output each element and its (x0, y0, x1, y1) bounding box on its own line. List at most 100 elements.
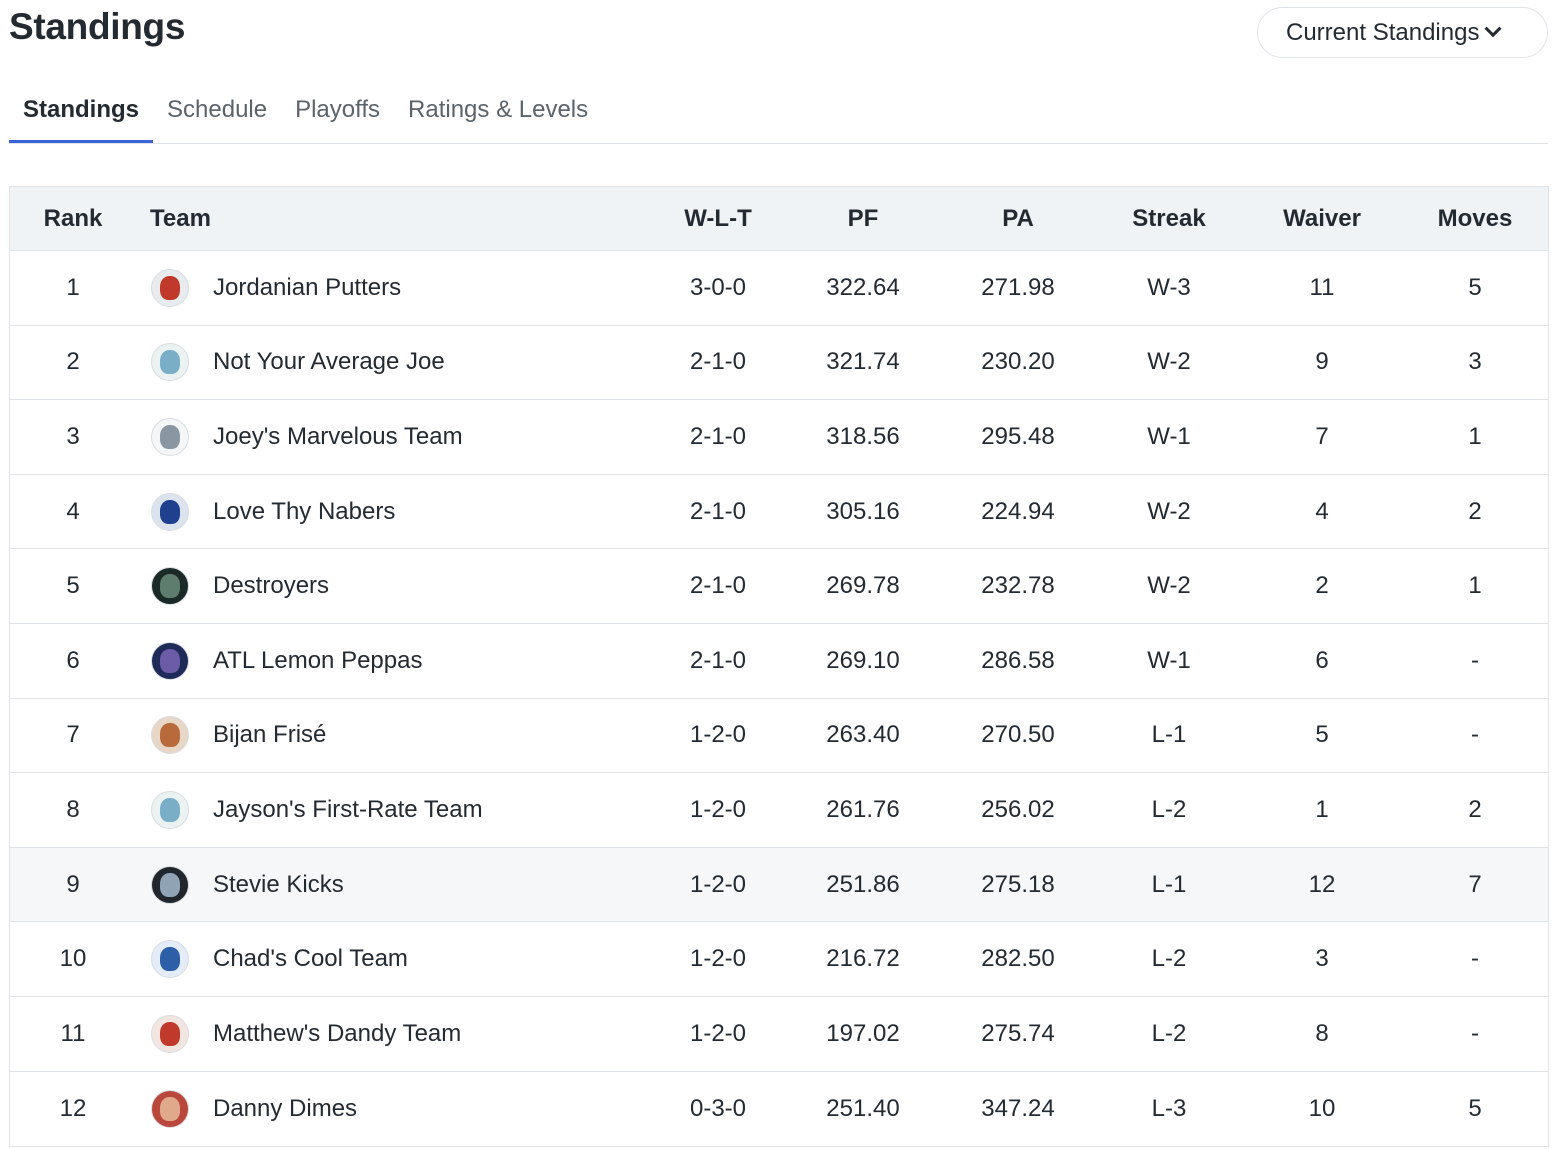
table-row[interactable]: 4 Love Thy Nabers 2-1-0 305.16 224.94 W-… (10, 474, 1548, 550)
team-name-link[interactable]: Bijan Frisé (213, 721, 326, 749)
wlt-cell: 1-2-0 (689, 721, 747, 749)
team-avatar-icon[interactable] (151, 790, 189, 829)
col-header-streak[interactable]: Streak (1098, 205, 1240, 233)
team-avatar-icon[interactable] (151, 268, 189, 307)
streak-cell: L-3 (1151, 1094, 1187, 1122)
rank-cell: 6 (66, 646, 80, 674)
table-row[interactable]: 10 Chad's Cool Team 1-2-0 216.72 282.50 … (10, 922, 1548, 997)
moves-cell: - (1471, 945, 1479, 973)
col-header-waiver[interactable]: Waiver (1240, 205, 1404, 233)
pf-cell: 216.72 (826, 945, 900, 973)
tab-standings[interactable]: Standings (9, 86, 154, 143)
team-cell: Destroyers (136, 567, 648, 606)
wlt-cell: 2-1-0 (689, 348, 747, 376)
pf-cell: 321.74 (826, 348, 900, 376)
table-row[interactable]: 2 Not Your Average Joe 2-1-0 321.74 230.… (10, 325, 1548, 401)
team-avatar-icon[interactable] (151, 716, 189, 755)
team-name-link[interactable]: Destroyers (213, 572, 329, 600)
pf-cell: 197.02 (826, 1019, 900, 1047)
team-avatar-icon[interactable] (151, 1089, 189, 1128)
table-header: Rank Team W-L-T PF PA Streak Waiver Move… (10, 187, 1548, 251)
team-name-link[interactable]: Jayson's First-Rate Team (213, 796, 483, 824)
table-row[interactable]: 8 Jayson's First-Rate Team 1-2-0 261.76 … (10, 773, 1548, 848)
pf-cell: 269.10 (826, 646, 900, 674)
tab-playoffs[interactable]: Playoffs (281, 86, 394, 143)
streak-cell: L-1 (1151, 870, 1187, 898)
waiver-cell: 5 (1315, 721, 1329, 749)
table-row[interactable]: 11 Matthew's Dandy Team 1-2-0 197.02 275… (10, 996, 1548, 1072)
rank-cell: 2 (66, 348, 80, 376)
pa-cell: 230.20 (981, 348, 1055, 376)
rank-cell: 5 (66, 572, 80, 600)
team-cell: Jordanian Putters (136, 268, 648, 307)
streak-cell: W-2 (1147, 497, 1191, 525)
rank-cell: 3 (66, 422, 80, 450)
team-avatar-icon[interactable] (151, 417, 189, 456)
moves-cell: 2 (1468, 497, 1482, 525)
team-avatar-icon[interactable] (151, 1014, 189, 1053)
tab-ratings-levels[interactable]: Ratings & Levels (394, 86, 602, 143)
team-avatar-icon[interactable] (151, 567, 189, 606)
pf-cell: 269.78 (826, 572, 900, 600)
team-name-link[interactable]: Jordanian Putters (213, 274, 401, 302)
team-cell: Not Your Average Joe (136, 343, 648, 382)
team-avatar-icon[interactable] (151, 865, 189, 904)
table-row[interactable]: 1 Jordanian Putters 3-0-0 322.64 271.98 … (10, 251, 1548, 326)
table-row[interactable]: 12 Danny Dimes 0-3-0 251.40 347.24 L-3 1… (10, 1071, 1548, 1147)
team-name-link[interactable]: Not Your Average Joe (213, 348, 445, 376)
moves-cell: 5 (1468, 273, 1482, 301)
team-name-link[interactable]: Danny Dimes (213, 1095, 357, 1123)
wlt-cell: 1-2-0 (689, 1019, 747, 1047)
waiver-cell: 4 (1315, 497, 1329, 525)
wlt-cell: 2-1-0 (689, 646, 747, 674)
chevron-down-icon (1484, 19, 1502, 37)
team-name-link[interactable]: Joey's Marvelous Team (213, 423, 463, 451)
team-name-link[interactable]: Chad's Cool Team (213, 945, 408, 973)
pa-cell: 271.98 (981, 273, 1055, 301)
table-body: 1 Jordanian Putters 3-0-0 322.64 271.98 … (10, 251, 1548, 1147)
team-cell: Matthew's Dandy Team (136, 1014, 648, 1053)
pf-cell: 322.64 (826, 273, 900, 301)
waiver-cell: 7 (1315, 422, 1329, 450)
col-header-team[interactable]: Team (136, 205, 648, 233)
table-row[interactable]: 5 Destroyers 2-1-0 269.78 232.78 W-2 2 1 (10, 549, 1548, 624)
team-avatar-icon[interactable] (151, 492, 189, 531)
team-name-link[interactable]: ATL Lemon Peppas (213, 647, 422, 675)
team-name-link[interactable]: Love Thy Nabers (213, 498, 395, 526)
rank-cell: 11 (60, 1019, 86, 1047)
standings-view-select[interactable]: Current Standings (1257, 7, 1548, 58)
waiver-cell: 8 (1315, 1019, 1329, 1047)
team-avatar-icon[interactable] (151, 641, 189, 680)
table-row[interactable]: 6 ATL Lemon Peppas 2-1-0 269.10 286.58 W… (10, 623, 1548, 699)
table-row[interactable]: 3 Joey's Marvelous Team 2-1-0 318.56 295… (10, 400, 1548, 475)
waiver-cell: 11 (1309, 273, 1335, 301)
wlt-cell: 1-2-0 (689, 945, 747, 973)
table-row[interactable]: 9 Stevie Kicks 1-2-0 251.86 275.18 L-1 1… (10, 847, 1548, 923)
wlt-cell: 2-1-0 (689, 572, 747, 600)
streak-cell: L-1 (1151, 721, 1187, 749)
team-cell: ATL Lemon Peppas (136, 641, 648, 680)
tab-schedule[interactable]: Schedule (153, 86, 281, 143)
col-header-wlt[interactable]: W-L-T (648, 205, 788, 233)
pa-cell: 295.48 (981, 422, 1055, 450)
col-header-moves[interactable]: Moves (1404, 205, 1546, 233)
rank-cell: 7 (66, 721, 80, 749)
pa-cell: 282.50 (981, 945, 1055, 973)
standings-table: Rank Team W-L-T PF PA Streak Waiver Move… (9, 186, 1549, 1148)
waiver-cell: 3 (1315, 945, 1329, 973)
waiver-cell: 12 (1308, 870, 1336, 898)
pa-cell: 286.58 (981, 646, 1055, 674)
team-cell: Chad's Cool Team (136, 940, 648, 979)
col-header-pf[interactable]: PF (788, 205, 938, 233)
table-row[interactable]: 7 Bijan Frisé 1-2-0 263.40 270.50 L-1 5 … (10, 698, 1548, 774)
team-cell: Jayson's First-Rate Team (136, 790, 648, 829)
moves-cell: 1 (1468, 422, 1482, 450)
team-name-link[interactable]: Stevie Kicks (213, 871, 344, 899)
team-avatar-icon[interactable] (151, 343, 189, 382)
streak-cell: W-1 (1147, 422, 1191, 450)
streak-cell: W-2 (1147, 572, 1191, 600)
team-avatar-icon[interactable] (151, 940, 189, 979)
team-name-link[interactable]: Matthew's Dandy Team (213, 1020, 461, 1048)
col-header-rank[interactable]: Rank (10, 205, 136, 233)
col-header-pa[interactable]: PA (938, 205, 1098, 233)
